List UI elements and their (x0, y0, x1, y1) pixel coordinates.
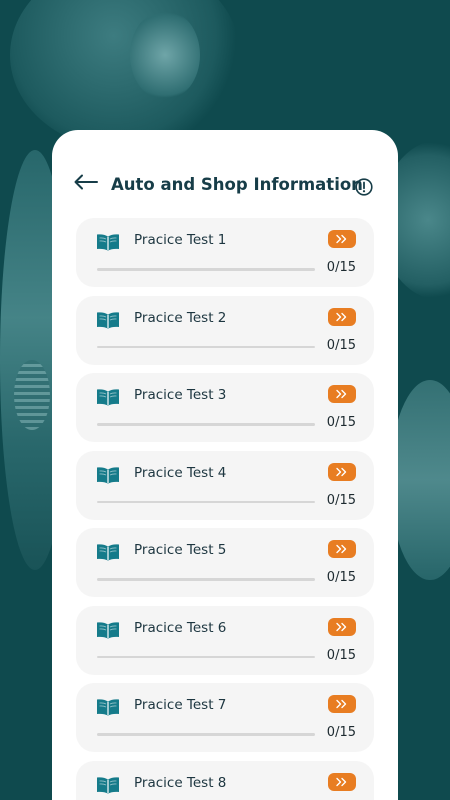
book-open-icon (97, 621, 119, 638)
book-open-icon (97, 389, 119, 406)
practice-test-item-6[interactable]: Pracice Test 6 0/15 (76, 605, 374, 675)
info-circle-icon (355, 178, 373, 196)
progress-bar (97, 655, 315, 658)
book-open-icon (97, 699, 119, 716)
test-label: Pracice Test 8 (134, 774, 227, 791)
helmet-mount-silhouette (130, 10, 200, 100)
double-chevron-right-icon (336, 389, 347, 399)
card-header: Auto and Shop Information (52, 130, 398, 200)
practice-test-item-8[interactable]: Pracice Test 8 (76, 760, 374, 800)
back-button[interactable] (74, 174, 98, 190)
progress-bar (97, 578, 315, 581)
test-score: 0/15 (326, 725, 356, 740)
test-score: 0/15 (326, 415, 356, 430)
test-score: 0/15 (326, 337, 356, 353)
progress-bar (97, 423, 315, 426)
helmet-silhouette (10, 0, 240, 150)
test-score: 0/15 (326, 570, 356, 585)
book-open-icon (97, 234, 119, 251)
start-test-button[interactable] (328, 695, 356, 713)
double-chevron-right-icon (336, 467, 347, 476)
arrow-left-icon (74, 174, 98, 190)
practice-test-item-3[interactable]: Pracice Test 3 0/15 (76, 373, 374, 442)
double-chevron-right-icon (336, 777, 347, 786)
start-test-button[interactable] (328, 462, 356, 481)
test-score: 0/15 (326, 647, 356, 663)
book-open-icon (97, 466, 119, 483)
progress-bar (97, 500, 315, 503)
double-chevron-right-icon (336, 234, 347, 244)
double-chevron-right-icon (336, 699, 347, 709)
start-test-button[interactable] (328, 230, 356, 248)
test-label: Pracice Test 4 (134, 464, 227, 481)
test-label: Pracice Test 2 (134, 309, 227, 326)
practice-test-item-2[interactable]: Pracice Test 2 0/15 (76, 295, 374, 365)
practice-test-item-1[interactable]: Pracice Test 1 0/15 (76, 218, 374, 287)
test-score: 0/15 (326, 260, 356, 275)
double-chevron-right-icon (336, 312, 347, 321)
book-open-icon (97, 544, 119, 561)
book-open-icon (97, 311, 119, 328)
test-label: Pracice Test 3 (134, 387, 227, 403)
practice-test-item-7[interactable]: Pracice Test 7 0/15 (76, 683, 374, 752)
practice-test-item-5[interactable]: Pracice Test 5 0/15 (76, 528, 374, 597)
test-score: 0/15 (326, 492, 356, 508)
double-chevron-right-icon (336, 544, 347, 554)
test-label: Pracice Test 1 (134, 232, 227, 248)
progress-bar (97, 345, 315, 348)
start-test-button[interactable] (328, 540, 356, 558)
second-soldier-silhouette (390, 380, 450, 580)
book-open-icon (97, 776, 119, 793)
start-test-button[interactable] (328, 617, 356, 636)
start-test-button[interactable] (328, 307, 356, 326)
progress-bar (97, 268, 315, 271)
page-title: Auto and Shop Information (111, 175, 363, 194)
flag-patch-silhouette (14, 360, 50, 430)
test-label: Pracice Test 5 (134, 542, 227, 558)
start-test-button[interactable] (328, 385, 356, 403)
info-button[interactable] (355, 178, 373, 196)
double-chevron-right-icon (336, 622, 347, 631)
test-label: Pracice Test 7 (134, 697, 227, 713)
start-test-button[interactable] (328, 772, 356, 791)
progress-bar (97, 733, 315, 736)
test-list-card: Auto and Shop Information Pracice Test 1… (52, 130, 398, 800)
test-label: Pracice Test 6 (134, 619, 227, 636)
practice-test-item-4[interactable]: Pracice Test 4 0/15 (76, 450, 374, 520)
